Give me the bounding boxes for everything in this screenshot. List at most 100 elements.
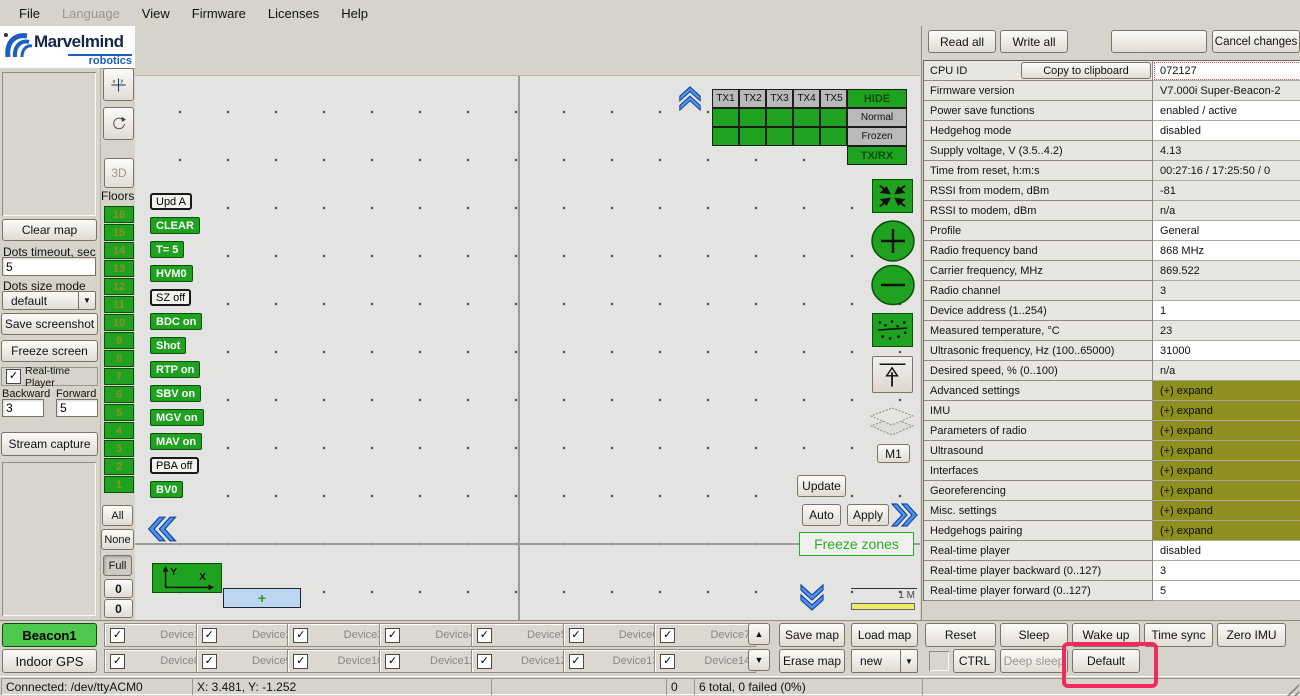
device-toggle-device5[interactable]: ✓Device5 (471, 623, 573, 647)
save-screenshot-button[interactable]: Save screenshot (1, 313, 98, 335)
read-all-button[interactable]: Read all (928, 30, 996, 53)
device-toggle-device4[interactable]: ✓Device4 (379, 623, 481, 647)
map-canvas[interactable]: Upd ACLEART= 5HVM0SZ offBDC onShotRTP on… (135, 75, 920, 621)
param-value-advanced-settings[interactable]: (+) expand (1153, 381, 1300, 401)
map-button-sbv-on[interactable]: SBV on (150, 385, 201, 402)
param-value-carrier-frequency-mhz[interactable]: 869.522 (1153, 261, 1300, 281)
zoom-in-button[interactable] (870, 219, 916, 263)
device-toggle-device14[interactable]: ✓Device14 (654, 649, 756, 673)
param-value-power-save-functions[interactable]: enabled / active (1153, 101, 1300, 121)
param-value-rssi-from-modem-dbm[interactable]: -81 (1153, 181, 1300, 201)
checkbox-icon[interactable]: ✓ (660, 654, 675, 669)
layers-icon[interactable] (868, 406, 916, 441)
rotate-tool-button[interactable] (103, 107, 134, 140)
param-value-imu[interactable]: (+) expand (1153, 401, 1300, 421)
map-button-bdc-on[interactable]: BDC on (150, 313, 202, 330)
save-map-button[interactable]: Save map (779, 623, 845, 647)
sleep-button[interactable]: Sleep (1000, 623, 1068, 647)
floor-button-10[interactable]: 10 (104, 314, 134, 331)
map-button-t-5[interactable]: T= 5 (150, 241, 184, 258)
double-chevron-up-icon[interactable] (678, 84, 702, 112)
floor-button-2[interactable]: 2 (104, 458, 134, 475)
follow-mode-button[interactable] (872, 356, 913, 393)
3d-view-button[interactable]: 3D (104, 158, 134, 188)
tx-cell-r2c1[interactable] (712, 108, 739, 127)
checkbox-icon[interactable]: ✓ (569, 628, 584, 643)
floor-button-4[interactable]: 4 (104, 422, 134, 439)
device-toggle-device7[interactable]: ✓Device7 (654, 623, 756, 647)
checkbox-icon[interactable]: ✓ (202, 654, 217, 669)
zero-imu-button[interactable]: Zero IMU (1217, 623, 1286, 647)
cancel-changes-button[interactable]: Cancel changes (1212, 30, 1300, 53)
menu-item-file[interactable]: File (8, 0, 51, 26)
floor-button-3[interactable]: 3 (104, 440, 134, 457)
tx-header-tx1[interactable]: TX1 (712, 89, 739, 108)
dots-view-button[interactable] (872, 313, 913, 347)
param-value-radio-frequency-band[interactable]: 868 MHz (1153, 241, 1300, 261)
map-button-mgv-on[interactable]: MGV on (150, 409, 204, 426)
wake-up-button[interactable]: Wake up (1072, 623, 1140, 647)
param-value-supply-voltage-v-3-5-4-2[interactable]: 4.13 (1153, 141, 1300, 161)
checkbox-icon[interactable]: ✓ (385, 654, 400, 669)
beacon-tab[interactable]: Beacon1 (2, 623, 97, 647)
device-toggle-device8[interactable]: ✓Device8 (104, 649, 206, 673)
device-toggle-device2[interactable]: ✓Device2 (196, 623, 298, 647)
device-toggle-device11[interactable]: ✓Device11 (379, 649, 481, 673)
floor-button-12[interactable]: 12 (104, 278, 134, 295)
device-toggle-device1[interactable]: ✓Device1 (104, 623, 206, 647)
deep-sleep-button[interactable]: Deep sleep (1000, 649, 1068, 673)
tx-header-tx4[interactable]: TX4 (793, 89, 820, 108)
load-map-button[interactable]: Load map (851, 623, 918, 647)
floor-button-13[interactable]: 13 (104, 260, 134, 277)
param-value-hedgehogs-pairing[interactable]: (+) expand (1153, 521, 1300, 541)
tx-cell-r3c3[interactable] (766, 127, 793, 146)
floor-button-5[interactable]: 5 (104, 404, 134, 421)
tx-cell-r3c2[interactable] (739, 127, 766, 146)
ctrl-checkbox[interactable] (929, 651, 949, 671)
checkbox-icon[interactable]: ✓ (477, 654, 492, 669)
checkbox-icon[interactable]: ✓ (569, 654, 584, 669)
erase-map-button[interactable]: Erase map (779, 649, 845, 673)
devices-scroll-down-button[interactable]: ▼ (748, 649, 770, 671)
clear-map-button[interactable]: Clear map (2, 219, 97, 241)
map-button-upd-a[interactable]: Upd A (150, 193, 192, 210)
tx-frozen-button[interactable]: Frozen (847, 127, 907, 146)
map-button-pba-off[interactable]: PBA off (150, 457, 199, 474)
floors-zero-a-button[interactable]: 0 (104, 579, 133, 598)
checkbox-icon[interactable]: ✓ (202, 628, 217, 643)
checkbox-icon[interactable]: ✓ (477, 628, 492, 643)
param-value-measured-temperature-c[interactable]: 23 (1153, 321, 1300, 341)
axes-tool-button[interactable]: x y (103, 68, 134, 101)
write-all-button[interactable]: Write all (1000, 30, 1068, 53)
backward-input[interactable] (2, 399, 44, 417)
param-value-time-from-reset-h-m-s[interactable]: 00:27:16 / 17:25:50 / 0 (1153, 161, 1300, 181)
tx-hide-button[interactable]: HIDE (847, 89, 907, 108)
tx-normal-button[interactable]: Normal (847, 108, 907, 127)
tx-cell-r3c1[interactable] (712, 127, 739, 146)
double-chevron-right-icon[interactable] (891, 501, 919, 529)
map-button-shot[interactable]: Shot (150, 337, 186, 354)
auto-button[interactable]: Auto (802, 504, 841, 526)
map-button-bv0[interactable]: BV0 (150, 481, 183, 498)
floor-button-15[interactable]: 15 (104, 224, 134, 241)
double-chevron-left-icon[interactable] (145, 514, 178, 544)
param-value-real-time-player-forward-0-127[interactable]: 5 (1153, 581, 1300, 601)
add-submap-button[interactable]: + (223, 588, 301, 608)
device-toggle-device3[interactable]: ✓Device3 (287, 623, 389, 647)
apply-button[interactable]: Apply (847, 504, 889, 526)
param-value-rssi-to-modem-dbm[interactable]: n/a (1153, 201, 1300, 221)
menu-item-help[interactable]: Help (330, 0, 379, 26)
param-value-misc-settings[interactable]: (+) expand (1153, 501, 1300, 521)
floor-button-9[interactable]: 9 (104, 332, 134, 349)
tx-txrx-button[interactable]: TX/RX (847, 146, 907, 165)
param-value-cpu-id[interactable]: 072127 (1153, 61, 1300, 81)
tx-header-tx3[interactable]: TX3 (766, 89, 793, 108)
floor-button-6[interactable]: 6 (104, 386, 134, 403)
checkbox-icon[interactable]: ✓ (660, 628, 675, 643)
double-chevron-down-icon[interactable] (798, 584, 826, 612)
floor-button-14[interactable]: 14 (104, 242, 134, 259)
device-toggle-device6[interactable]: ✓Device6 (563, 623, 665, 647)
floors-all-button[interactable]: All (102, 505, 133, 526)
floors-zero-b-button[interactable]: 0 (104, 599, 133, 618)
map-button-mav-on[interactable]: MAV on (150, 433, 202, 450)
